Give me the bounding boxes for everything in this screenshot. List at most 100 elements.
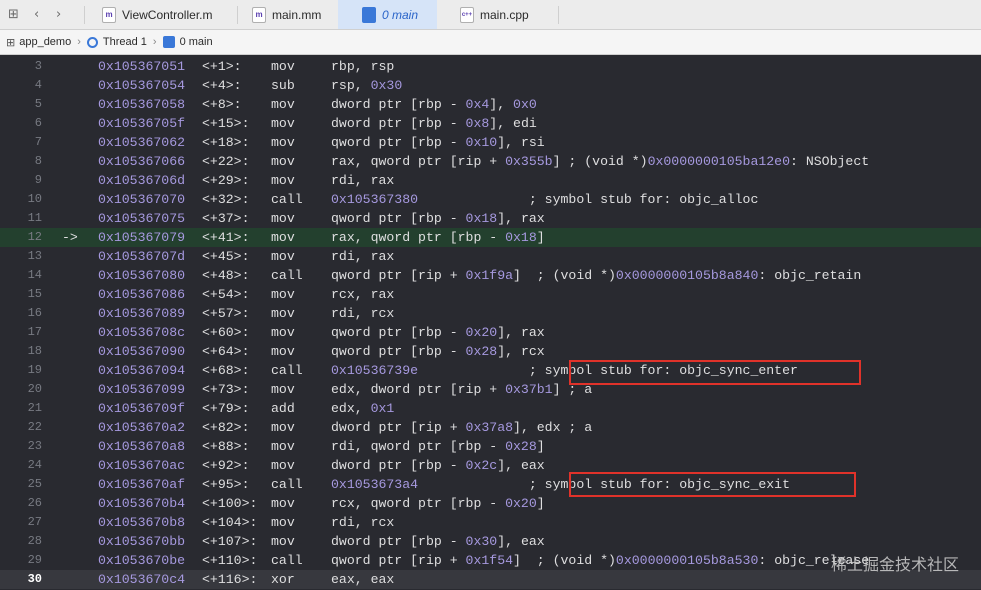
operands: qword ptr [rip + 0x1f9a] ; (void *)0x000… bbox=[331, 266, 861, 285]
instruction-offset: <+57>: bbox=[202, 306, 250, 321]
code-line[interactable]: 12 -> 0x105367079 <+41>: mov rax, qword ptr [… bbox=[0, 228, 981, 247]
operand-text: rdi, rcx bbox=[331, 515, 395, 530]
operand-text: eax, eax bbox=[331, 572, 395, 587]
mnemonic: xor bbox=[271, 572, 295, 587]
code-line[interactable]: 17 0x10536708c <+60>: mov qword ptr [rbp - 0… bbox=[0, 323, 981, 342]
breadcrumb-frame[interactable]: 0 main bbox=[162, 36, 213, 48]
tab-main-mm[interactable]: m main.mm bbox=[238, 0, 337, 29]
line-number: 16 bbox=[27, 306, 42, 320]
instruction-offset: <+68>: bbox=[202, 363, 250, 378]
line-number: 15 bbox=[27, 287, 42, 301]
operand-text: ] ; (void *) bbox=[513, 553, 616, 568]
operands: rax, qword ptr [rbp - 0x18] bbox=[331, 228, 545, 247]
breadcrumb-thread[interactable]: Thread 1 bbox=[86, 36, 147, 48]
line-number: 6 bbox=[34, 116, 42, 130]
code-line[interactable]: 10 0x105367070 <+32>: call 0x105367380 ; sym… bbox=[0, 190, 981, 209]
numeric-operand: 0x1053673a4 bbox=[331, 477, 419, 492]
grid-icon[interactable]: ⊞ bbox=[8, 7, 19, 22]
annotation-box-sync-exit bbox=[569, 472, 856, 497]
disassembly-view[interactable]: 3 0x105367051 <+1>: mov rbp, rsp 4 0x105367054… bbox=[0, 57, 981, 590]
instruction-offset: <+95>: bbox=[202, 477, 250, 492]
operand-text: dword ptr [rbp - bbox=[331, 97, 466, 112]
line-number: 23 bbox=[27, 439, 42, 453]
operands: qword ptr [rbp - 0x28], rcx bbox=[331, 342, 545, 361]
thread-icon bbox=[86, 36, 98, 48]
code-line[interactable]: 18 0x105367090 <+64>: mov qword ptr [rbp - 0… bbox=[0, 342, 981, 361]
code-line[interactable]: 13 0x10536707d <+45>: mov rdi, rax bbox=[0, 247, 981, 266]
operand-text: ], edx ; a bbox=[513, 420, 593, 435]
code-line[interactable]: 3 0x105367051 <+1>: mov rbp, rsp bbox=[0, 57, 981, 76]
operand-text: rsp, bbox=[331, 78, 371, 93]
code-line[interactable]: 6 0x10536705f <+15>: mov dword ptr [rbp - 0x… bbox=[0, 114, 981, 133]
code-line[interactable]: 23 0x1053670a8 <+88>: mov rdi, qword ptr [rb… bbox=[0, 437, 981, 456]
numeric-operand: 0x37b1 bbox=[505, 382, 553, 397]
line-number: 28 bbox=[27, 534, 42, 548]
line-number: 14 bbox=[27, 268, 42, 282]
instruction-offset: <+4>: bbox=[202, 78, 242, 93]
mnemonic: mov bbox=[271, 496, 295, 511]
chevron-right-icon: › bbox=[77, 36, 81, 48]
breadcrumb-project[interactable]: ⊞ app_demo bbox=[6, 36, 71, 49]
operand-text: ], rax bbox=[497, 211, 545, 226]
instruction-offset: <+92>: bbox=[202, 458, 250, 473]
back-chevron-icon[interactable]: ‹ bbox=[34, 7, 39, 22]
mnemonic: mov bbox=[271, 97, 295, 112]
tab-0-main[interactable]: 0 main bbox=[338, 0, 437, 29]
mnemonic: call bbox=[271, 363, 303, 378]
operand-text: ], rax bbox=[497, 325, 545, 340]
mnemonic: call bbox=[271, 553, 303, 568]
numeric-operand: 0x8 bbox=[465, 116, 490, 131]
operands: rdi, qword ptr [rbp - 0x28] bbox=[331, 437, 545, 456]
instruction-offset: <+32>: bbox=[202, 192, 250, 207]
line-number: 25 bbox=[27, 477, 42, 491]
mnemonic: mov bbox=[271, 458, 295, 473]
objc-file-icon: m bbox=[252, 6, 266, 23]
operand-text: rdi, rax bbox=[331, 249, 395, 264]
operands: dword ptr [rbp - 0x30], eax bbox=[331, 532, 545, 551]
code-line[interactable]: 21 0x10536709f <+79>: add edx, 0x1 bbox=[0, 399, 981, 418]
numeric-operand: 0x10536739e bbox=[331, 363, 419, 378]
code-line[interactable]: 27 0x1053670b8 <+104>: mov rdi, rcx bbox=[0, 513, 981, 532]
operands: dword ptr [rbp - 0x4], 0x0 bbox=[331, 95, 537, 114]
instruction-offset: <+116>: bbox=[202, 572, 258, 587]
code-line[interactable]: 16 0x105367089 <+57>: mov rdi, rcx bbox=[0, 304, 981, 323]
instruction-address: 0x105367089 bbox=[98, 306, 186, 321]
operands: qword ptr [rbp - 0x20], rax bbox=[331, 323, 545, 342]
code-line[interactable]: 5 0x105367058 <+8>: mov dword ptr [rbp - 0x4… bbox=[0, 95, 981, 114]
tab-viewcontroller-m[interactable]: m ViewController.m bbox=[90, 0, 236, 29]
code-line[interactable]: 7 0x105367062 <+18>: mov qword ptr [rbp - 0x… bbox=[0, 133, 981, 152]
instruction-address: 0x105367058 bbox=[98, 97, 186, 112]
instruction-address: 0x105367079 bbox=[98, 230, 186, 245]
numeric-operand: 0x0 bbox=[513, 97, 537, 112]
line-number: 3 bbox=[34, 59, 42, 73]
instruction-offset: <+100>: bbox=[202, 496, 258, 511]
operand-text: ], edi bbox=[489, 116, 537, 131]
mnemonic: mov bbox=[271, 59, 295, 74]
tab-main-cpp[interactable]: c++ main.cpp bbox=[438, 0, 558, 29]
instruction-address: 0x105367075 bbox=[98, 211, 186, 226]
code-line[interactable]: 8 0x105367066 <+22>: mov rax, qword ptr [rip… bbox=[0, 152, 981, 171]
numeric-operand: 0x18 bbox=[465, 211, 498, 226]
mnemonic: mov bbox=[271, 116, 295, 131]
code-line[interactable]: 9 0x10536706d <+29>: mov rdi, rax bbox=[0, 171, 981, 190]
operand-text: qword ptr [rbp - bbox=[331, 325, 466, 340]
code-line[interactable]: 28 0x1053670bb <+107>: mov dword ptr [rbp - … bbox=[0, 532, 981, 551]
line-number: 30 bbox=[27, 572, 42, 586]
forward-chevron-icon[interactable]: › bbox=[56, 7, 61, 22]
line-number: 11 bbox=[27, 211, 42, 225]
cpp-file-icon: c++ bbox=[460, 6, 474, 23]
code-line[interactable]: 22 0x1053670a2 <+82>: mov dword ptr [rip + 0… bbox=[0, 418, 981, 437]
mnemonic: mov bbox=[271, 230, 295, 245]
code-line[interactable]: 4 0x105367054 <+4>: sub rsp, 0x30 bbox=[0, 76, 981, 95]
objc-file-icon: m bbox=[102, 6, 116, 23]
numeric-operand: 0x28 bbox=[505, 439, 537, 454]
operand-text: ], rsi bbox=[497, 135, 545, 150]
line-number: 20 bbox=[27, 382, 42, 396]
code-line[interactable]: 14 0x105367080 <+48>: call qword ptr [rip + … bbox=[0, 266, 981, 285]
breadcrumb-label: 0 main bbox=[179, 36, 213, 48]
operands: rcx, qword ptr [rbp - 0x20] bbox=[331, 494, 545, 513]
code-line[interactable]: 11 0x105367075 <+37>: mov qword ptr [rbp - 0… bbox=[0, 209, 981, 228]
instruction-address: 0x1053670ac bbox=[98, 458, 186, 473]
code-line[interactable]: 15 0x105367086 <+54>: mov rcx, rax bbox=[0, 285, 981, 304]
operands: rax, qword ptr [rip + 0x355b] ; (void *)… bbox=[331, 152, 869, 171]
